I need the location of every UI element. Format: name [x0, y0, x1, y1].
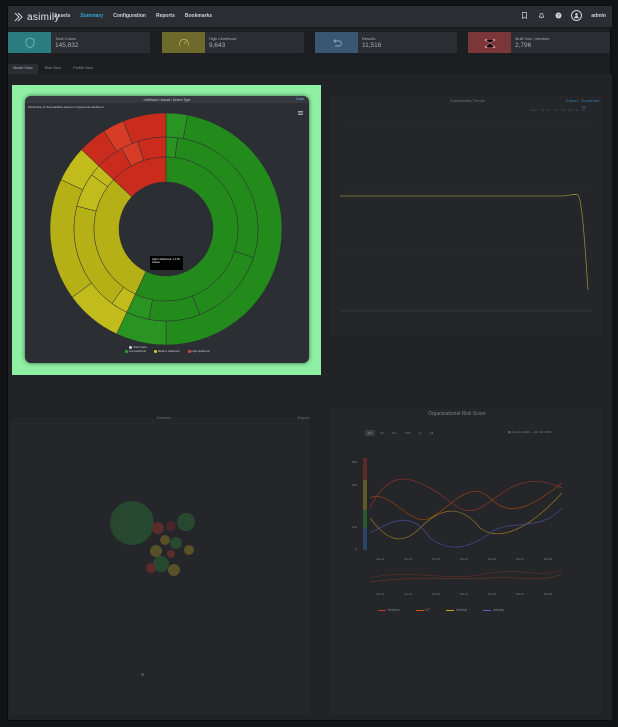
- tab-profile-view[interactable]: Profile View: [68, 64, 98, 74]
- sunburst-center-hole: [144, 207, 188, 251]
- series-medical: [369, 492, 563, 540]
- top-icons: ? admin: [520, 10, 606, 21]
- x-tick: Jan 24: [376, 557, 384, 561]
- stat-high-likelihood[interactable]: High Likelihood 9,643: [162, 32, 304, 53]
- series-iot: [369, 482, 563, 520]
- stats-row: Total Cases 145,832 High Likelihood 9,64…: [8, 32, 612, 54]
- trend-chart[interactable]: [330, 95, 602, 337]
- navigator-lines: [369, 569, 563, 583]
- view-tabs: Model View Risk View Profile View: [8, 64, 98, 74]
- help-icon[interactable]: ?: [554, 12, 562, 20]
- legend-industry[interactable]: Industry: [482, 608, 504, 612]
- risk-band-medium: [363, 480, 367, 510]
- legend-network[interactable]: Network: [378, 608, 400, 612]
- stat-results[interactable]: Results 11,516: [315, 32, 457, 53]
- x-tick: Mar 06: [544, 557, 553, 561]
- stat-value: 145,832: [55, 42, 79, 49]
- nav-x-tick: Feb 27: [516, 592, 525, 596]
- stat-label: Results: [362, 36, 376, 41]
- stat-icon-box: [8, 32, 51, 53]
- x-tick: Feb 27: [516, 557, 525, 561]
- tooltip-line2: Cases: [152, 260, 160, 265]
- risk-band-low: [363, 510, 367, 528]
- nav-x-tick: Feb 07: [432, 592, 441, 596]
- sunburst-legend: Total Cases Low Likelihood Medium Likeli…: [25, 346, 309, 353]
- nav-bookmarks[interactable]: Bookmarks: [185, 13, 212, 19]
- risk-chart[interactable]: 300 200 100 0 Jan 24 Jan 31 Feb 07 Feb 1…: [330, 408, 602, 714]
- tab-model-view[interactable]: Model View: [8, 64, 38, 74]
- legend-dot-low: [124, 350, 128, 354]
- x-tick: Feb 14: [460, 557, 469, 561]
- top-navigation-bar: asimily Assets Summary Configuration Rep…: [8, 6, 612, 28]
- tab-risk-view[interactable]: Risk View: [40, 64, 67, 74]
- y-tick-0: 0: [355, 547, 357, 551]
- shield-icon: [25, 37, 34, 48]
- x-tick: Feb 20: [488, 557, 497, 561]
- nav-x-tick: Feb 14: [460, 592, 469, 596]
- series-industry: [369, 507, 563, 548]
- user-icon: [574, 13, 580, 19]
- user-name[interactable]: admin: [591, 13, 606, 19]
- legend-dot-total: [129, 346, 133, 349]
- legend-iot[interactable]: IoT: [415, 608, 430, 612]
- bell-icon[interactable]: [537, 12, 545, 20]
- nav-x-tick: Jan 24: [376, 592, 384, 596]
- risk-band-none: [363, 528, 367, 550]
- nav-summary[interactable]: Summary: [80, 13, 103, 19]
- nav-x-tick: Mar 06: [544, 592, 553, 596]
- nav-x-tick: Feb 20: [488, 592, 497, 596]
- devices-bubble-panel: Devices Export: [11, 415, 309, 714]
- y-tick-200: 200: [352, 483, 357, 487]
- nav-configuration[interactable]: Configuration: [113, 13, 146, 19]
- sunburst-chart[interactable]: 9,643All Types: [25, 96, 309, 346]
- bookmark-icon[interactable]: [520, 12, 528, 20]
- bubble-legend: [141, 673, 145, 676]
- stat-value: 2,796: [515, 42, 532, 49]
- legend-low[interactable]: Low Likelihood: [124, 350, 146, 354]
- logo-icon: [14, 12, 23, 22]
- main-nav: Assets Summary Configuration Reports Boo…: [54, 13, 212, 19]
- risk-score-panel: Organizational Risk Score 1m 3m 6m YTD 1…: [330, 408, 602, 714]
- legend-medical[interactable]: Medical: [446, 608, 467, 612]
- legend-medium[interactable]: Medium Likelihood: [153, 350, 180, 354]
- sunburst-tooltip: High Likelihood: 1,178 Cases: [150, 256, 183, 270]
- stat-label: High Likelihood: [209, 36, 237, 41]
- bubble-chart[interactable]: [11, 418, 309, 714]
- vulnerability-trend-panel: Vulnerability Trends Export Download Zoo…: [330, 95, 602, 337]
- nav-x-tick: Jan 31: [404, 592, 412, 596]
- risk-legend: Network IoT Medical Industry: [378, 608, 504, 612]
- undo-icon: [332, 38, 342, 46]
- legend-high[interactable]: High Likelihood: [187, 350, 209, 354]
- x-tick: Jan 31: [404, 557, 412, 561]
- trend-line-1: [340, 193, 589, 291]
- y-tick-100: 100: [352, 525, 357, 529]
- nav-reports[interactable]: Reports: [156, 13, 175, 19]
- stat-label: Total Cases: [55, 36, 76, 41]
- stat-label: Multi Vuln. Vendors: [515, 36, 550, 41]
- legend-dot-high: [187, 350, 191, 354]
- gauge-icon: [178, 38, 189, 46]
- logo[interactable]: asimily: [14, 11, 60, 23]
- bubble-legend-dot: [141, 673, 144, 676]
- stat-value: 11,516: [362, 42, 382, 49]
- stat-icon-box: [468, 32, 511, 53]
- gridlines: [340, 124, 592, 312]
- stat-icon-box: [315, 32, 358, 53]
- legend-total-cases[interactable]: Total Cases: [0, 346, 309, 349]
- user-avatar[interactable]: [571, 10, 583, 21]
- risk-band-high: [363, 458, 367, 480]
- stat-multi-vuln-vendors[interactable]: Multi Vuln. Vendors 2,796: [468, 32, 610, 53]
- stat-total-cases[interactable]: Total Cases 145,832: [8, 32, 150, 53]
- network-icon: [484, 38, 495, 48]
- nav-assets[interactable]: Assets: [54, 13, 70, 19]
- stat-value: 9,643: [209, 42, 226, 49]
- y-tick-300: 300: [352, 460, 357, 464]
- legend-dot-medium: [153, 350, 157, 354]
- sunburst-modal: Likelihood / Impact / Device Type Close …: [25, 96, 309, 363]
- series-network: [369, 478, 563, 512]
- x-tick: Feb 07: [432, 557, 441, 561]
- stat-icon-box: [162, 32, 205, 53]
